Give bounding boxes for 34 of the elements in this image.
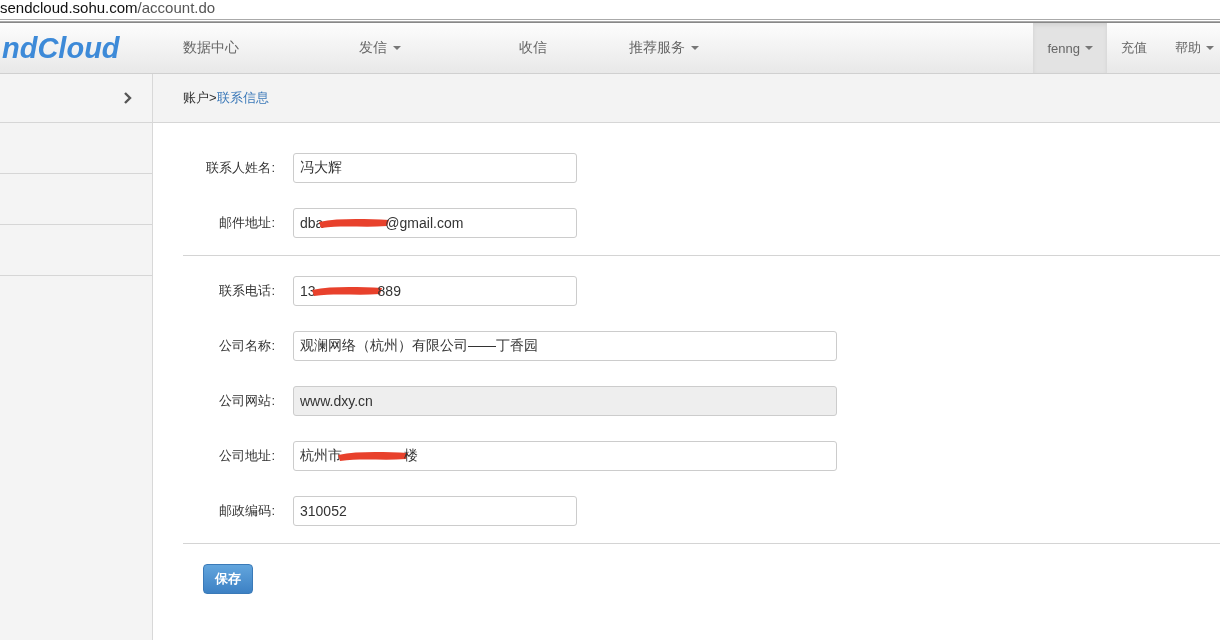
field-label: 公司名称: [218, 337, 275, 355]
breadcrumb-parent[interactable]: 账户> [183, 89, 217, 107]
field-value: 冯大辉 [300, 159, 342, 177]
caret-icon [1085, 46, 1093, 50]
caret-icon [691, 46, 699, 50]
nav-item[interactable]: 充值 [1107, 23, 1161, 73]
nav-item[interactable]: 发信 [331, 39, 449, 57]
input-field[interactable]: 310052 [293, 496, 577, 526]
nav-item[interactable]: fenng [1033, 23, 1107, 73]
field-label: 公司网站: [218, 392, 275, 410]
caret-icon [393, 46, 401, 50]
input-field[interactable]: 观澜网络（杭州）有限公司——丁香园 [293, 331, 837, 361]
nav-item[interactable]: 收信 [479, 39, 599, 57]
field-value: 310052 [300, 503, 347, 519]
field-label: 邮政编码: [218, 502, 275, 520]
url-text[interactable]: sendcloud.sohu.com/account.do [0, 0, 216, 16]
nav-item[interactable]: 数据中心 [183, 39, 301, 57]
breadcrumb-current: 联系信息 [216, 89, 269, 107]
nav-item[interactable]: 推荐服务 [629, 39, 747, 57]
input-field[interactable]: 冯大辉 [293, 153, 577, 183]
input-field[interactable]: 杭州市 楼 [293, 441, 837, 471]
field-value: 889 [377, 283, 401, 299]
field-value: @gmail.com [385, 215, 464, 231]
field-value: 杭州市 [300, 447, 342, 465]
caret-icon [1206, 46, 1214, 50]
field-value: www.dxy.cn [300, 393, 373, 409]
field-label: 公司地址: [218, 447, 275, 465]
chevron-right-icon [124, 92, 132, 104]
field-value: 观澜网络（杭州）有限公司——丁香园 [300, 337, 538, 355]
field-value: 楼 [404, 447, 418, 465]
nav-item[interactable]: 帮助 [1161, 23, 1220, 73]
field-label: 邮件地址: [218, 214, 275, 232]
field-label: 联系人姓名: [205, 159, 275, 177]
field-label: 联系电话: [218, 282, 275, 300]
